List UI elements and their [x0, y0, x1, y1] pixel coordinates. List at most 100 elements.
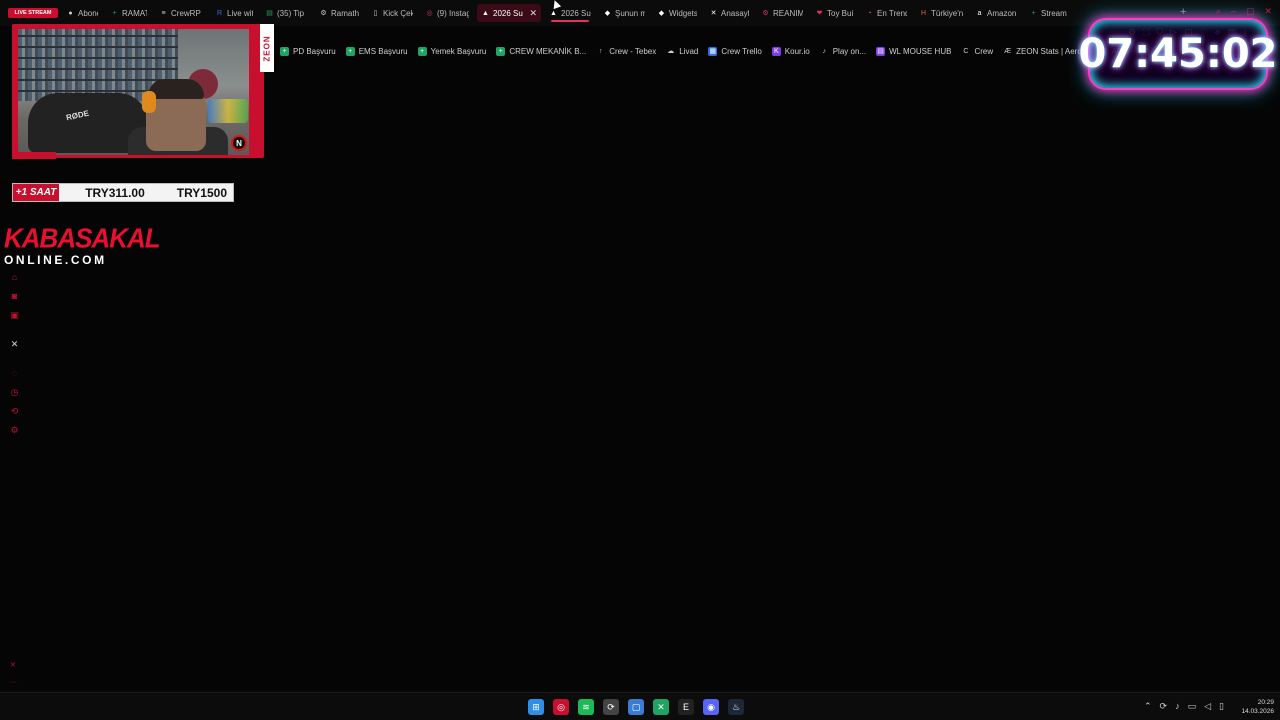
bookmark-label: Crew Trello — [721, 46, 762, 56]
tab-label: 2026 Sub — [561, 8, 591, 18]
goal-current-amount: TRY311.00 — [85, 185, 145, 200]
bookmark-label: PD Başvuru — [293, 46, 336, 56]
sync-icon[interactable]: ⟳ — [1160, 701, 1168, 712]
browser-tab[interactable]: R Live with — [211, 4, 257, 22]
maximize-icon[interactable]: ▢ — [1246, 6, 1255, 17]
tab-label: 2026 Subath — [493, 8, 523, 18]
browser-tab[interactable]: ◆ Widgets — [653, 4, 701, 22]
browser-tab[interactable]: ● Abonelikle — [62, 4, 102, 22]
r-circle-icon: R — [216, 9, 223, 17]
bookmark-item[interactable]: K Kour.io — [771, 46, 810, 56]
file-icon: ▯ — [373, 9, 378, 17]
bookmark-label: Yemek Başvuru — [430, 46, 487, 56]
zeon-icon: Æ — [1004, 47, 1012, 55]
bookmark-item[interactable]: ♪ Play on... — [820, 47, 866, 56]
browser-tab[interactable]: ✕ Anasayfa — [705, 4, 753, 22]
donation-goal-bar: +1 SAAT TRY311.00 TRY1500 — [12, 183, 234, 202]
site-logo: KABASAKAL ONLINE.COM — [4, 223, 161, 267]
close-tab-icon[interactable]: ✕ — [529, 8, 537, 19]
browser-tab-strip: LIVE STREAM ● Abonelikle + RAMATH ≡ CrewRP R Li… — [0, 0, 1280, 26]
gear-icon: ⚙ — [320, 9, 327, 17]
tab-live-stream[interactable]: LIVE STREAM — [8, 8, 58, 18]
microphone-icon[interactable]: ♪ — [1175, 701, 1180, 712]
browser-tab[interactable]: ◆ Şunun m — [599, 4, 649, 22]
browser-tab[interactable]: + RAMATH — [106, 4, 151, 22]
plus-icon: + — [345, 46, 355, 56]
tab-label: CrewRP — [171, 8, 201, 18]
chevron-up-icon[interactable]: ⌃ — [1144, 701, 1152, 712]
browser-tab[interactable]: ⚙ Ramathor — [315, 4, 363, 22]
share-icon: ⟲ — [10, 406, 19, 416]
new-tab-button[interactable]: + — [1180, 6, 1186, 18]
discord-icon[interactable]: ◉ — [703, 699, 719, 715]
spotify-icon[interactable]: ≋ — [578, 699, 594, 715]
window-controls: ⌕ – ▢ ✕ — [1216, 6, 1272, 17]
h-square-icon: H — [920, 9, 927, 17]
browser-tab[interactable]: ◎ (9) Instag — [421, 4, 473, 22]
bookmark-label: Crew — [974, 46, 994, 56]
window-app-icon[interactable]: ▢ — [628, 699, 644, 715]
tiktok-icon: ◌ — [11, 368, 18, 378]
taskbar-clock[interactable]: 20:29 14.03.2026 — [1232, 698, 1274, 716]
streamer-hair — [148, 79, 204, 99]
browser-tab[interactable]: H Türkiye'n — [915, 4, 967, 22]
recorder-icon[interactable]: ⟳ — [603, 699, 619, 715]
close-window-icon[interactable]: ✕ — [1264, 6, 1272, 17]
battery-icon[interactable]: ▯ — [1219, 701, 1224, 712]
instagram-icon: ▣ — [10, 310, 19, 320]
kick-icon: ⌂ — [11, 272, 18, 282]
xbox-icon[interactable]: ✕ — [653, 699, 669, 715]
a-square-icon: a — [977, 9, 982, 17]
bookmark-item[interactable]: + EMS Başvuru — [345, 46, 408, 56]
windows-start-icon[interactable]: ⊞ — [528, 699, 544, 715]
browser-tab[interactable]: ▲ 2026 Subath ✕ — [477, 4, 541, 22]
search-tabs-icon[interactable]: ⌕ — [1216, 6, 1221, 17]
network-icon[interactable]: ▭ — [1188, 701, 1197, 712]
epic-games-icon[interactable]: E — [678, 699, 694, 715]
tab-label: En Trend — [877, 8, 907, 18]
browser-tab[interactable]: ⚙ REANIMA — [757, 4, 807, 22]
browser-tab[interactable]: + Stream — [1025, 4, 1073, 22]
bookmark-label: EMS Başvuru — [358, 46, 408, 56]
toy-figures — [208, 99, 248, 123]
goal-label: +1 SAAT — [13, 184, 59, 201]
pin-icon: ↑ — [598, 47, 603, 55]
browser-tab[interactable]: ▯ Kick Çekil — [367, 4, 417, 22]
tab-label: Anasayfa — [721, 8, 749, 18]
bookmark-item[interactable]: + PD Başvuru — [280, 46, 336, 56]
bookmark-item[interactable]: ☁ Livad — [666, 47, 698, 56]
bookmark-label: Crew - Tebex — [609, 46, 657, 56]
bookmark-item[interactable]: ▦ Crew Trello — [708, 46, 762, 56]
timer-value: 07:45:02 — [1078, 31, 1278, 77]
browser-tab[interactable]: ▤ (35) Tip — [261, 4, 311, 22]
bookmark-item[interactable]: + Yemek Başvuru — [417, 46, 487, 56]
gear-icon: ⚙ — [762, 9, 769, 17]
chat-icon: ▤ — [266, 9, 273, 17]
bookmark-label: Kour.io — [784, 46, 810, 56]
browser-tab[interactable]: ≡ CrewRP — [155, 4, 207, 22]
bookmark-item[interactable]: Æ ZEON Stats | Aero... — [1003, 47, 1088, 56]
live-stream-badge: LIVE STREAM — [14, 10, 52, 16]
heart-icon: ❤ — [816, 9, 823, 17]
steam-icon[interactable]: ♨ — [728, 699, 744, 715]
browser-tab[interactable]: a Amazon — [971, 4, 1021, 22]
bookmark-label: WL MOUSE HUB — [889, 46, 952, 56]
browser-tab[interactable]: ❤ Toy Build — [811, 4, 857, 22]
tab-label: RAMATH — [122, 8, 147, 18]
obs-icon[interactable]: ◎ — [553, 699, 569, 715]
bookmark-item[interactable]: C Crew — [961, 47, 993, 56]
browser-tab[interactable]: ◔ En Trend — [861, 4, 911, 22]
volume-icon[interactable]: ◁ — [1204, 701, 1211, 712]
bookmark-item[interactable]: ▤ WL MOUSE HUB — [876, 46, 952, 56]
bookmark-item[interactable]: ↑ Crew - Tebex — [596, 47, 656, 56]
x-logo-icon: ✕ — [710, 9, 717, 17]
bookmark-item[interactable]: + CREW MEKANİK B... — [496, 46, 586, 56]
clock-date: 14.03.2026 — [1241, 708, 1274, 715]
c-icon: C — [963, 47, 969, 55]
cloud-icon: ☁ — [667, 48, 675, 55]
bookmarks-bar: + PD Başvuru + EMS Başvuru + Yemek Başvuru + CR… — [280, 43, 1162, 59]
webcam-feed: RØDE N — [18, 29, 249, 155]
headset — [142, 91, 156, 113]
trello-icon: ▦ — [708, 46, 718, 56]
minimize-icon[interactable]: – — [1231, 6, 1236, 17]
